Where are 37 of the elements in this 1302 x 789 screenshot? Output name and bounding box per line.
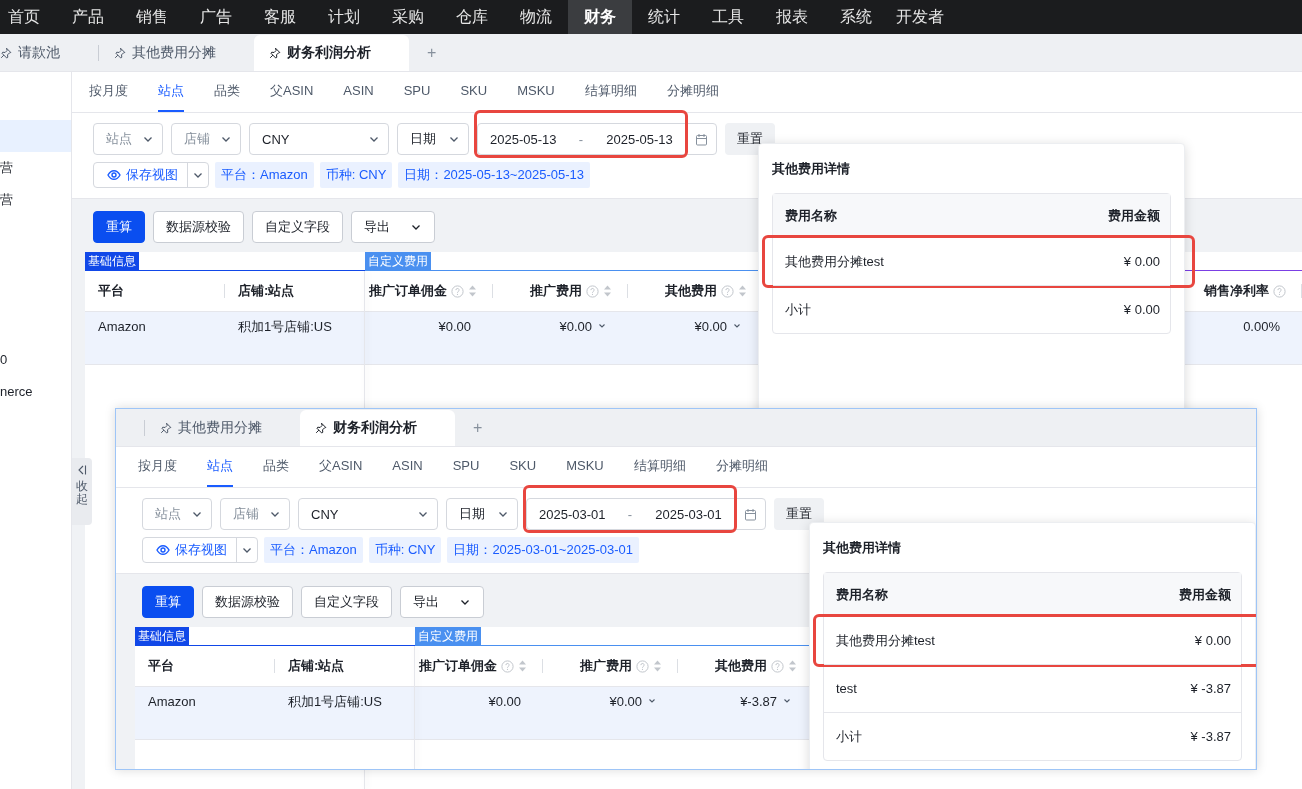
filter-tag: 币种: CNY bbox=[368, 537, 442, 563]
table-cell-text: 0.00% bbox=[1243, 319, 1280, 336]
column-header: 费用名称 bbox=[836, 585, 888, 604]
group-label: 基础信息 bbox=[135, 627, 189, 645]
end-date: 2025-05-13 bbox=[606, 131, 674, 147]
table-cell-text: ¥0.00 bbox=[438, 319, 471, 336]
fee-name: 其他费用分摊test bbox=[785, 252, 884, 271]
group-label: 基础信息 bbox=[85, 252, 139, 270]
table-cell-text: ¥0.00 bbox=[559, 319, 592, 336]
start-date: 2025-05-13 bbox=[490, 131, 558, 147]
filter-tag: 日期：2025-05-13~2025-05-13 bbox=[398, 162, 590, 188]
column-header: 费用金额 bbox=[1179, 585, 1231, 604]
end-date: 2025-03-01 bbox=[655, 506, 723, 522]
table-cell-text: ¥0.00 bbox=[609, 694, 642, 711]
fee-name: 其他费用分摊test bbox=[836, 631, 935, 650]
group-label: 自定义费用 bbox=[415, 627, 481, 645]
fee-amount: ¥ 0.00 bbox=[1194, 633, 1231, 648]
table-cell-text: ¥0.00 bbox=[488, 694, 521, 711]
table-cell-text: Amazon bbox=[148, 694, 196, 711]
filter-tag: 日期：2025-03-01~2025-03-01 bbox=[447, 537, 639, 563]
filter-tag: 币种: CNY bbox=[319, 162, 393, 188]
fee-amount: ¥ 0.00 bbox=[1123, 254, 1160, 269]
table-cell-text: ¥-3.87 bbox=[740, 694, 777, 711]
table-cell-text: 积加1号店铺:US bbox=[238, 319, 332, 336]
range-separator: - bbox=[627, 506, 634, 522]
table-cell-text: 积加1号店铺:US bbox=[288, 694, 382, 711]
popup-title: 其他费用详情 bbox=[772, 160, 851, 178]
filter-tag: 平台：Amazon bbox=[264, 537, 363, 563]
table-cell-text: Amazon bbox=[98, 319, 146, 336]
group-label: 自定义费用 bbox=[365, 252, 431, 270]
column-header: 费用名称 bbox=[785, 206, 837, 225]
table-cell-text: ¥0.00 bbox=[694, 319, 727, 336]
popup-title: 其他费用详情 bbox=[823, 539, 902, 557]
column-header: 费用金额 bbox=[1108, 206, 1160, 225]
start-date: 2025-03-01 bbox=[539, 506, 607, 522]
filter-tag: 平台：Amazon bbox=[215, 162, 314, 188]
range-separator: - bbox=[578, 131, 585, 147]
